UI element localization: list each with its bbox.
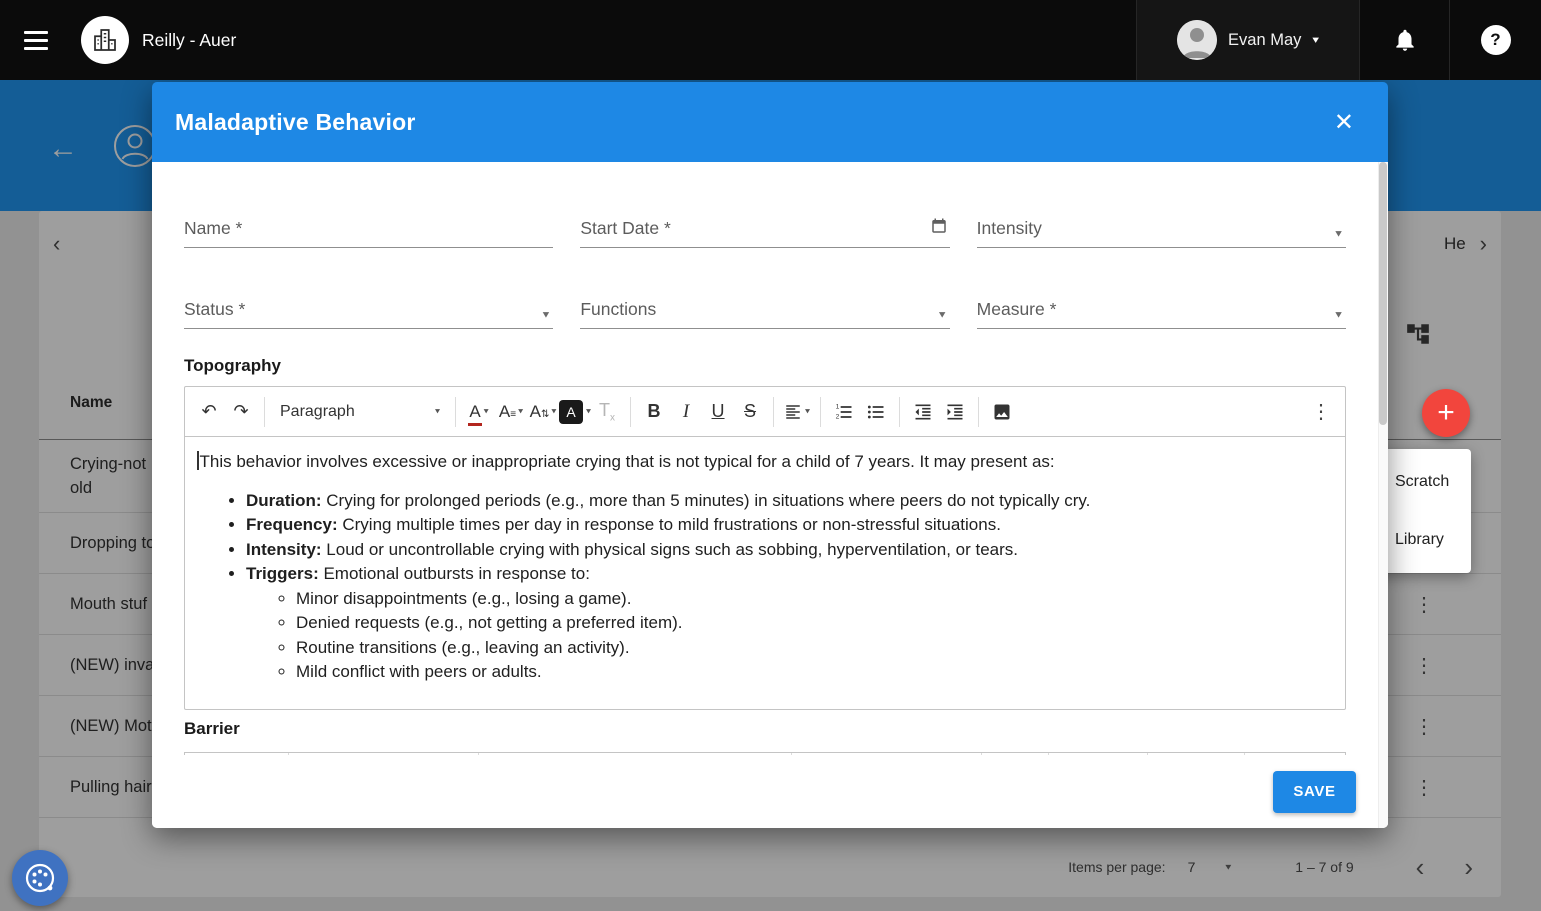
org-logo — [81, 16, 129, 64]
dropdown-arrow-icon: ▼ — [936, 309, 948, 321]
strikethrough-icon[interactable]: S — [734, 395, 766, 429]
text-caret — [197, 451, 199, 470]
highlight-icon: A — [559, 399, 583, 424]
font-color-button[interactable]: A ▾ — [463, 395, 495, 429]
user-name: Evan May — [1228, 30, 1302, 49]
user-menu[interactable]: Evan May ▾ — [1136, 0, 1360, 80]
scrollbar-thumb[interactable] — [1379, 162, 1387, 425]
dropdown-arrow-icon: ▼ — [1333, 228, 1344, 240]
font-color-icon: A — [468, 402, 482, 426]
dialog-body: Name * Start Date * Intensity ▼ Status *… — [152, 162, 1388, 828]
undo-icon[interactable]: ↶ — [193, 395, 225, 429]
line-height-button[interactable]: A⇅ ▾ — [527, 395, 559, 429]
clear-formatting-icon[interactable]: Tx — [591, 395, 623, 429]
chevron-down-icon: ▾ — [518, 406, 524, 417]
notifications-button[interactable] — [1360, 0, 1449, 80]
bold-icon[interactable]: B — [638, 395, 670, 429]
chevron-down-icon: ▾ — [483, 406, 489, 417]
list-item: Minor disappointments (e.g., losing a ga… — [296, 587, 1327, 612]
chevron-down-icon: ▾ — [586, 406, 592, 417]
dialog-title: Maladaptive Behavior — [175, 108, 416, 135]
topography-rich-text-editor: ↶ ↷ Paragraph ▾ A ▾ A≡ ▾ A⇅ ▾ A ▾ Tx B I… — [184, 386, 1346, 710]
measure-select[interactable]: Measure * ▼ — [976, 299, 1346, 329]
avatar — [1177, 20, 1218, 60]
save-button[interactable]: SAVE — [1273, 770, 1356, 813]
text-align-button[interactable]: ▾ — [781, 395, 813, 429]
feedback-widget-button[interactable] — [12, 850, 68, 906]
plus-icon: + — [1437, 396, 1455, 429]
chevron-down-icon: ▾ — [434, 406, 440, 417]
dialog-header: Maladaptive Behavior ✕ — [152, 82, 1388, 162]
bulleted-list-icon[interactable] — [860, 395, 892, 429]
calendar-icon[interactable] — [930, 217, 948, 240]
hamburger-menu-icon[interactable] — [0, 0, 72, 80]
chevron-down-icon: ▾ — [1312, 33, 1319, 46]
list-item: Denied requests (e.g., not getting a pre… — [296, 611, 1327, 636]
list-item: Frequency: Crying multiple times per day… — [246, 513, 1327, 538]
functions-select[interactable]: Functions ▼ — [580, 299, 950, 329]
maladaptive-behavior-dialog: Maladaptive Behavior ✕ Name * Start Date… — [152, 82, 1388, 828]
chevron-down-icon: ▾ — [805, 406, 811, 417]
person-icon — [1177, 20, 1218, 60]
indent-icon[interactable] — [939, 395, 971, 429]
bell-icon — [1395, 29, 1414, 51]
help-button[interactable]: ? — [1449, 0, 1541, 80]
list-item: Mild conflict with peers or adults. — [296, 660, 1327, 685]
align-left-icon — [786, 404, 800, 419]
paragraph-style-dropdown[interactable]: Paragraph ▾ — [272, 395, 448, 429]
dropdown-arrow-icon: ▼ — [540, 309, 552, 321]
numbered-list-icon[interactable]: 12 — [828, 395, 860, 429]
topography-section-label: Topography — [184, 356, 281, 375]
palette-icon — [25, 863, 55, 893]
font-size-icon: A≡ — [498, 401, 516, 421]
list-item: Duration: Crying for prolonged periods (… — [246, 489, 1327, 514]
top-app-bar: Reilly - Auer Evan May ▾ ? — [0, 0, 1541, 80]
status-select[interactable]: Status * ▼ — [184, 299, 554, 329]
building-icon — [94, 29, 116, 51]
highlight-button[interactable]: A ▾ — [559, 395, 591, 429]
scrollbar[interactable] — [1378, 162, 1388, 828]
app-title: Reilly - Auer — [142, 29, 237, 50]
list-item: Routine transitions (e.g., leaving an ac… — [296, 636, 1327, 661]
line-height-icon: A⇅ — [529, 401, 550, 421]
screen: Reilly - Auer Evan May ▾ ? ← ‹ He › Name… — [0, 0, 1541, 911]
underline-icon[interactable]: U — [702, 395, 734, 429]
list-item: Triggers: Emotional outbursts in respons… — [246, 562, 1327, 685]
intensity-select[interactable]: Intensity ▼ — [976, 218, 1346, 248]
font-size-button[interactable]: A≡ ▾ — [495, 395, 527, 429]
start-date-field[interactable]: Start Date * — [580, 217, 950, 248]
outdent-icon[interactable] — [907, 395, 939, 429]
close-icon[interactable]: ✕ — [1334, 108, 1354, 137]
dropdown-arrow-icon: ▼ — [1333, 309, 1344, 321]
editor-content[interactable]: This behavior involves excessive or inap… — [185, 437, 1345, 709]
dialog-footer: SAVE — [152, 755, 1388, 828]
editor-toolbar: ↶ ↷ Paragraph ▾ A ▾ A≡ ▾ A⇅ ▾ A ▾ Tx B I… — [185, 387, 1345, 437]
redo-icon[interactable]: ↷ — [225, 395, 257, 429]
more-options-icon[interactable]: ⋮ — [1305, 395, 1337, 429]
add-behavior-fab[interactable]: + — [1422, 389, 1470, 437]
chevron-down-icon: ▾ — [551, 406, 557, 417]
svg-text:1: 1 — [836, 403, 840, 410]
insert-image-icon[interactable] — [986, 395, 1018, 429]
svg-text:2: 2 — [836, 413, 840, 420]
italic-icon[interactable]: I — [670, 395, 702, 429]
name-field[interactable]: Name * — [184, 218, 554, 248]
help-icon: ? — [1480, 25, 1511, 55]
barrier-section-label: Barrier — [184, 719, 240, 738]
list-item: Intensity: Loud or uncontrollable crying… — [246, 538, 1327, 563]
